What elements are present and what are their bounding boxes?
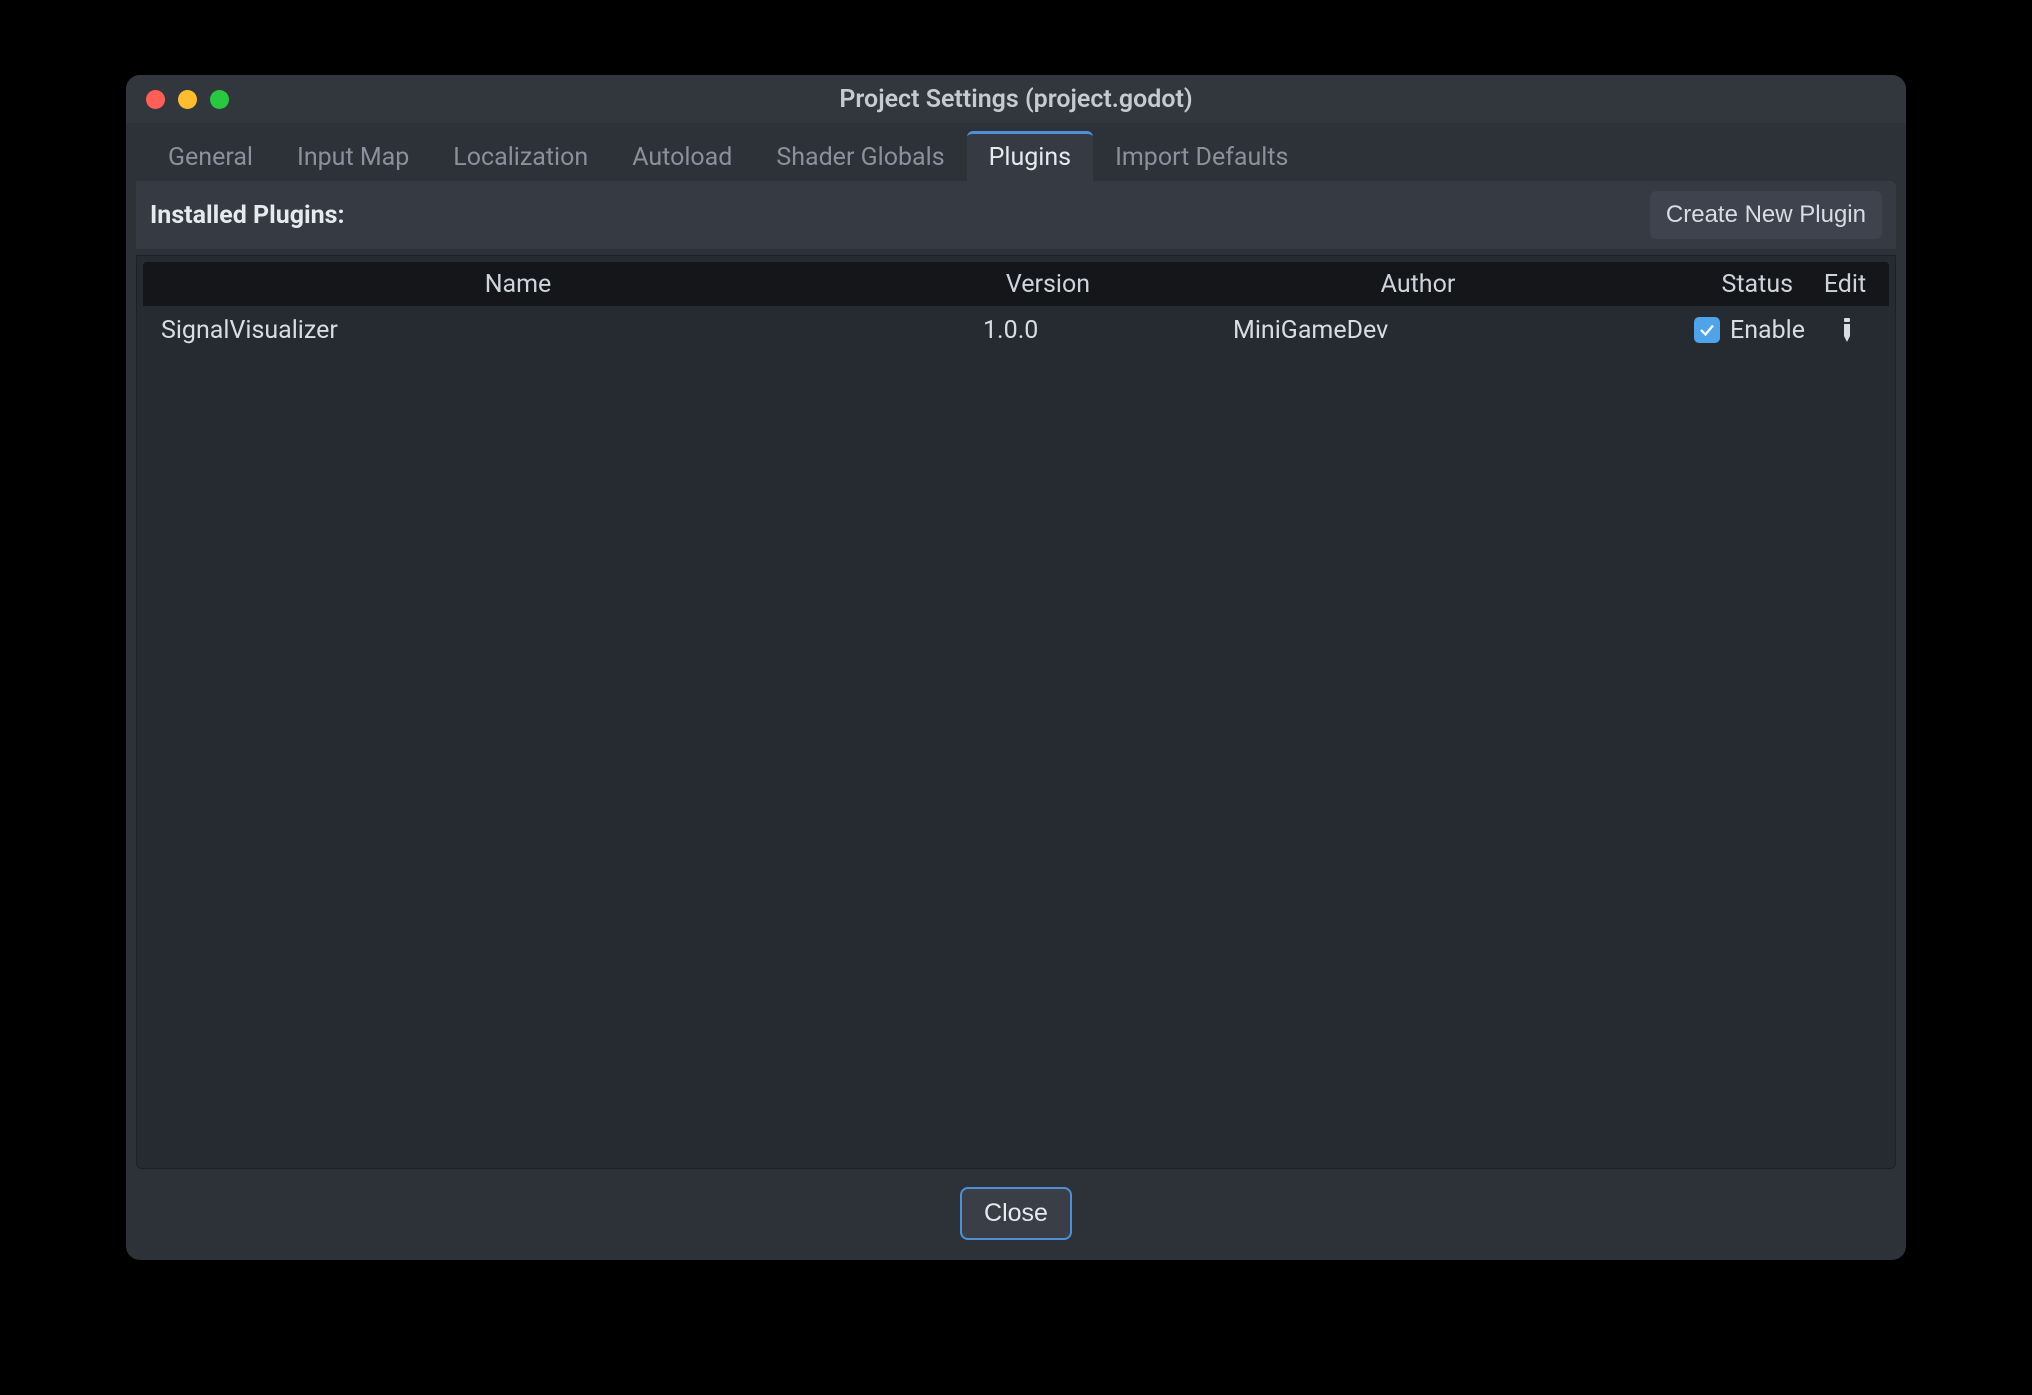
tab-input-map[interactable]: Input Map bbox=[275, 131, 431, 181]
table-header-row: Name Version Author Status Edit bbox=[143, 262, 1889, 306]
tab-general[interactable]: General bbox=[146, 131, 275, 181]
tab-plugins[interactable]: Plugins bbox=[967, 131, 1093, 181]
window-minimize-button[interactable] bbox=[178, 90, 197, 109]
section-title: Installed Plugins: bbox=[150, 201, 345, 230]
tab-localization[interactable]: Localization bbox=[431, 131, 610, 181]
window-title: Project Settings (project.godot) bbox=[839, 85, 1192, 114]
plugins-table: Name Version Author Status Edit SignalVi… bbox=[136, 255, 1896, 1169]
header-author: Author bbox=[1203, 270, 1633, 299]
header-version: Version bbox=[893, 270, 1203, 299]
close-button[interactable]: Close bbox=[960, 1187, 1072, 1240]
window-close-button[interactable] bbox=[146, 90, 165, 109]
enable-checkbox[interactable] bbox=[1694, 317, 1720, 343]
enable-label: Enable bbox=[1730, 316, 1805, 345]
tab-import-defaults[interactable]: Import Defaults bbox=[1093, 131, 1310, 181]
project-settings-window: Project Settings (project.godot) General… bbox=[126, 75, 1906, 1260]
table-row: SignalVisualizer 1.0.0 MiniGameDev Enabl… bbox=[143, 306, 1889, 354]
title-bar: Project Settings (project.godot) bbox=[126, 75, 1906, 123]
plugin-author: MiniGameDev bbox=[1203, 316, 1633, 345]
tabs-bar: General Input Map Localization Autoload … bbox=[136, 131, 1896, 181]
plugin-edit-cell bbox=[1813, 317, 1889, 343]
footer: Close bbox=[136, 1169, 1896, 1250]
tab-shader-globals[interactable]: Shader Globals bbox=[754, 131, 966, 181]
window-body: General Input Map Localization Autoload … bbox=[126, 123, 1906, 1260]
create-new-plugin-button[interactable]: Create New Plugin bbox=[1650, 191, 1882, 239]
pencil-icon bbox=[1840, 318, 1854, 342]
window-controls bbox=[146, 90, 229, 109]
header-name: Name bbox=[143, 270, 893, 299]
header-status: Status bbox=[1633, 270, 1813, 299]
tab-autoload[interactable]: Autoload bbox=[610, 131, 754, 181]
header-edit: Edit bbox=[1813, 270, 1889, 299]
section-header: Installed Plugins: Create New Plugin bbox=[136, 181, 1896, 249]
edit-plugin-button[interactable] bbox=[1836, 317, 1858, 343]
table-empty-area bbox=[137, 354, 1895, 1168]
plugin-version: 1.0.0 bbox=[893, 316, 1203, 345]
plugin-status: Enable bbox=[1633, 316, 1813, 345]
window-maximize-button[interactable] bbox=[210, 90, 229, 109]
check-icon bbox=[1698, 321, 1716, 339]
plugin-name: SignalVisualizer bbox=[143, 316, 893, 345]
